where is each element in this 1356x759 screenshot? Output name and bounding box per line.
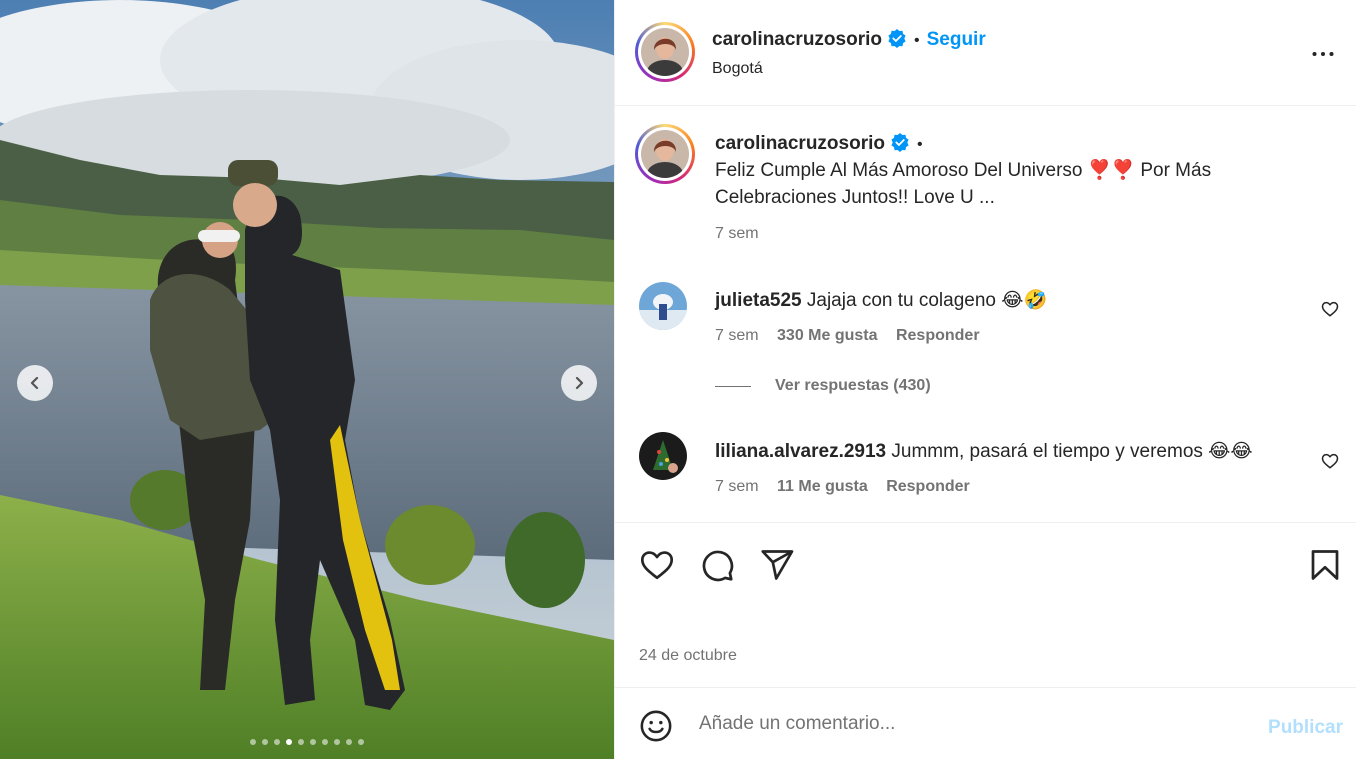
caption-time[interactable]: 7 sem	[715, 225, 1275, 243]
author-avatar[interactable]	[635, 22, 695, 82]
comment-likes[interactable]: 330 Me gusta	[777, 327, 877, 344]
save-button[interactable]	[1307, 547, 1343, 588]
carousel-dot	[310, 739, 316, 745]
chevron-right-icon	[575, 376, 584, 390]
comment-text: Jajaja con tu colageno 😂🤣	[806, 290, 1048, 311]
comment-like-button[interactable]	[1321, 452, 1339, 475]
comment-time[interactable]: 7 sem	[715, 478, 759, 495]
like-button[interactable]	[639, 547, 675, 588]
post-photo	[0, 0, 614, 759]
comments-section: carolinacruzosorio • Feliz Cumple Al Más…	[615, 106, 1356, 522]
verified-badge-icon	[888, 29, 906, 48]
post-date[interactable]: 24 de octubre	[639, 647, 737, 665]
comment-composer: Publicar	[615, 688, 1356, 759]
comment-text: Jummm, pasará el tiempo y veremos 😂😂	[891, 441, 1253, 462]
reply-button[interactable]: Responder	[886, 478, 970, 495]
avatar-photo	[641, 130, 689, 178]
carousel-dot	[346, 739, 352, 745]
commenter-username[interactable]: julieta525	[715, 290, 802, 311]
carousel-prev-button[interactable]	[17, 365, 53, 401]
heart-icon	[1321, 453, 1339, 469]
post-details-panel: carolinacruzosorio • Seguir Bogotá carol…	[614, 0, 1356, 759]
publish-button[interactable]: Publicar	[1268, 717, 1343, 739]
comment-like-button[interactable]	[1321, 300, 1339, 323]
share-button[interactable]	[759, 547, 795, 588]
author-username[interactable]: carolinacruzosorio	[712, 29, 882, 50]
verified-badge-icon	[891, 133, 909, 152]
share-icon	[761, 550, 794, 580]
post-location[interactable]: Bogotá	[712, 60, 763, 78]
carousel-dot	[262, 739, 268, 745]
separator-dot: •	[917, 136, 923, 153]
caption-username[interactable]: carolinacruzosorio	[715, 133, 885, 154]
carousel-dot	[274, 739, 280, 745]
commenter-username[interactable]: liliana.alvarez.2913	[715, 441, 886, 462]
caption-text: Feliz Cumple Al Más Amoroso Del Universo…	[715, 160, 1212, 208]
replies-divider	[715, 385, 751, 387]
commenter-avatar[interactable]	[639, 282, 687, 330]
heart-icon	[640, 551, 674, 580]
post-header: carolinacruzosorio • Seguir Bogotá	[615, 0, 1356, 106]
avatar-photo	[641, 28, 689, 76]
carousel-dot	[250, 739, 256, 745]
follow-button[interactable]: Seguir	[927, 29, 986, 50]
comment-item: liliana.alvarez.2913 Jummm, pasará el ti…	[639, 432, 1339, 502]
view-replies-button[interactable]: Ver respuestas (430)	[775, 377, 931, 395]
carousel-dot	[358, 739, 364, 745]
reply-button[interactable]: Responder	[896, 327, 980, 344]
comment-likes[interactable]: 11 Me gusta	[777, 478, 868, 495]
commenter-avatar[interactable]	[639, 432, 687, 480]
more-options-icon	[1312, 52, 1334, 56]
more-options-button[interactable]	[1311, 42, 1335, 71]
comment-input[interactable]	[699, 706, 1239, 742]
emoji-icon	[640, 710, 672, 742]
comment-time[interactable]: 7 sem	[715, 327, 759, 344]
comment-button[interactable]	[699, 547, 735, 588]
chevron-left-icon	[30, 376, 39, 390]
separator-dot: •	[914, 32, 920, 49]
emoji-button[interactable]	[639, 709, 673, 748]
heart-icon	[1321, 301, 1339, 317]
carousel-dot	[298, 739, 304, 745]
carousel-next-button[interactable]	[561, 365, 597, 401]
avatar-photo	[639, 282, 687, 330]
comment-icon	[702, 550, 734, 582]
caption-author-avatar[interactable]	[635, 124, 695, 184]
carousel-dot	[334, 739, 340, 745]
carousel-indicator	[0, 739, 614, 745]
avatar-photo	[639, 432, 687, 480]
carousel-dot	[286, 739, 292, 745]
carousel-dot	[322, 739, 328, 745]
bookmark-icon	[1311, 550, 1339, 580]
post-actions: 24 de octubre	[615, 522, 1356, 688]
comment-item: julieta525 Jajaja con tu colageno 😂🤣 7 s…	[639, 280, 1339, 394]
post-media-carousel[interactable]	[0, 0, 614, 759]
